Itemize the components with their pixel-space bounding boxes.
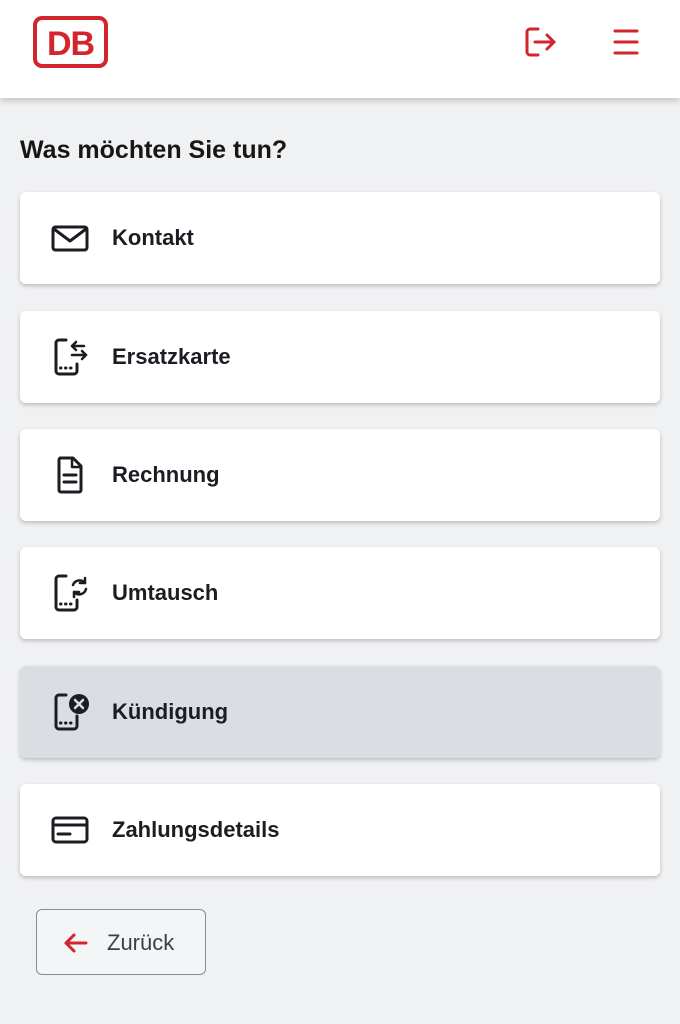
- option-zahlungsdetails[interactable]: Zahlungsdetails: [20, 784, 660, 876]
- hamburger-menu-icon[interactable]: [606, 24, 646, 60]
- back-button[interactable]: Zurück: [36, 909, 206, 975]
- top-header: DB: [0, 0, 680, 98]
- card-exchange-icon: [54, 574, 88, 612]
- option-umtausch[interactable]: Umtausch: [20, 547, 660, 639]
- back-button-label: Zurück: [107, 930, 175, 955]
- card-replace-icon: [54, 338, 88, 376]
- page-title: Was möchten Sie tun?: [20, 136, 288, 164]
- db-logo[interactable]: DB: [33, 16, 108, 68]
- arrow-left-icon: [64, 933, 88, 953]
- envelope-icon: [51, 225, 89, 252]
- card-cancel-icon: [54, 693, 89, 731]
- option-kontakt[interactable]: Kontakt: [20, 192, 660, 284]
- option-label: Zahlungsdetails: [112, 817, 280, 842]
- option-rechnung[interactable]: Rechnung: [20, 429, 660, 521]
- option-label: Rechnung: [112, 462, 220, 487]
- document-icon: [57, 456, 83, 494]
- option-label: Kontakt: [112, 225, 194, 250]
- option-kuendigung[interactable]: Kündigung: [20, 666, 660, 758]
- logo-text: DB: [47, 25, 95, 63]
- option-ersatzkarte[interactable]: Ersatzkarte: [20, 311, 660, 403]
- option-label: Ersatzkarte: [112, 344, 231, 369]
- credit-card-icon: [51, 816, 89, 844]
- logout-icon[interactable]: [520, 24, 560, 60]
- option-label: Umtausch: [112, 580, 219, 605]
- option-label: Kündigung: [112, 699, 229, 724]
